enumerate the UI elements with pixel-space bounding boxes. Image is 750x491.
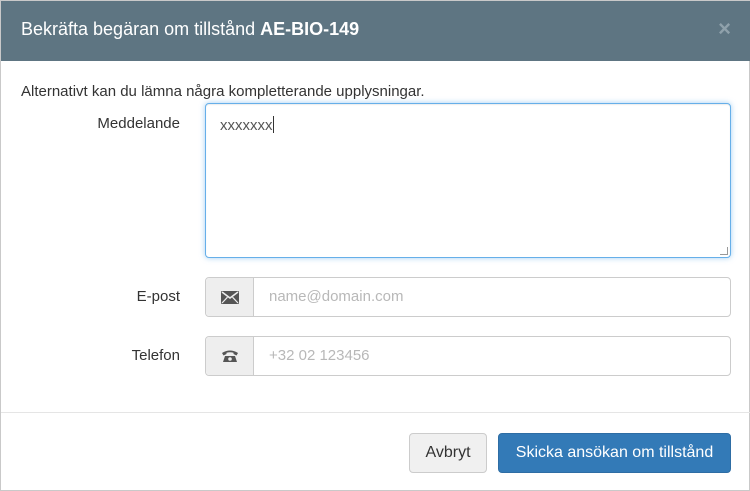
phone-label: Telefon [131,347,180,364]
permit-request-dialog: Bekräfta begäran om tillstånd AE-BIO-149… [0,0,750,491]
permit-code: AE-BIO-149 [260,19,360,39]
dialog-title: Bekräfta begäran om tillstånd AE-BIO-149 [21,18,359,40]
phone-input-group[interactable]: +32 02 123456 [205,336,731,376]
phone-field[interactable]: +32 02 123456 [269,347,370,365]
phone-icon [206,337,254,375]
resize-handle[interactable] [720,247,728,255]
message-label: Meddelande [97,115,180,132]
dialog-title-text: Bekräfta begäran om tillstånd [21,19,261,39]
intro-text: Alternativt kan du lämna några komplette… [21,83,425,100]
text-cursor [272,116,274,133]
close-icon[interactable]: × [718,16,731,42]
cancel-button[interactable]: Avbryt [409,433,487,473]
footer-divider [1,412,750,413]
email-input-group[interactable]: name@domain.com [205,277,731,317]
dialog-header: Bekräfta begäran om tillstånd AE-BIO-149… [1,1,750,61]
email-label: E-post [136,288,180,305]
envelope-icon [206,278,254,316]
message-textarea[interactable]: xxxxxxx [205,103,731,258]
message-value: xxxxxxx [220,117,273,134]
email-field[interactable]: name@domain.com [269,288,403,306]
submit-request-button[interactable]: Skicka ansökan om tillstånd [498,433,731,473]
